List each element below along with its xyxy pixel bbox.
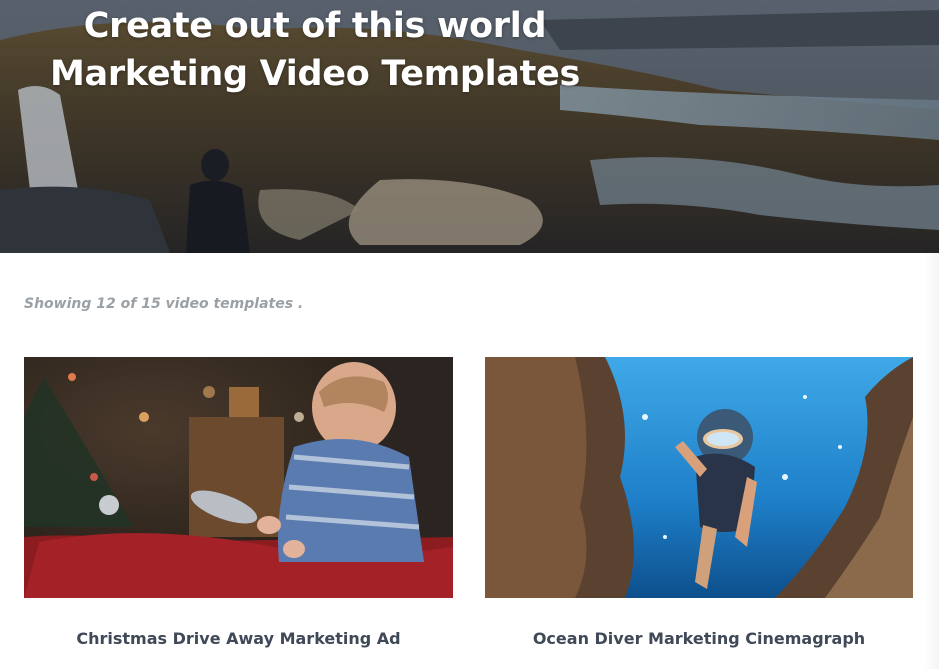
template-title[interactable]: Christmas Drive Away Marketing Ad — [24, 629, 453, 648]
template-thumbnail[interactable] — [485, 357, 913, 598]
results-count-text: Showing 12 of 15 video templates . — [24, 296, 304, 312]
hero-title-line-1: Create out of this world — [83, 6, 547, 46]
template-card[interactable]: Ocean Diver Marketing Cinemagraph — [485, 357, 913, 648]
baby-in-red-car-image — [24, 357, 453, 598]
scroll-edge-shadow — [923, 253, 939, 669]
hero-title: Create out of this world Marketing Video… — [0, 2, 630, 98]
ocean-diver-image — [485, 357, 913, 598]
hero-title-line-2: Marketing Video Templates — [49, 54, 581, 94]
template-title[interactable]: Ocean Diver Marketing Cinemagraph — [485, 629, 913, 648]
template-card[interactable]: Christmas Drive Away Marketing Ad — [24, 357, 453, 648]
hero-banner: Create out of this world Marketing Video… — [0, 0, 939, 253]
template-thumbnail[interactable] — [24, 357, 453, 598]
